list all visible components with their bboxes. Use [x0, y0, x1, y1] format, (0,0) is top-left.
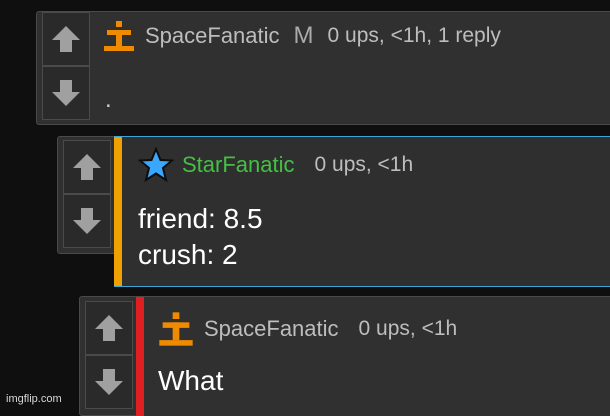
- username[interactable]: SpaceFanatic: [204, 316, 339, 342]
- comment-1: SpaceFanatic M 0 ups, <1h, 1 reply .: [36, 11, 610, 125]
- upvote-button[interactable]: [63, 140, 111, 194]
- accent-bar: [114, 137, 122, 286]
- upvote-button[interactable]: [85, 301, 133, 355]
- comment-meta: 0 ups, <1h: [358, 317, 458, 340]
- comment-body: .: [105, 86, 112, 113]
- upvote-button[interactable]: [42, 12, 90, 66]
- up-arrow-icon: [95, 315, 123, 341]
- comment-header: StarFanatic 0 ups, <1h: [138, 141, 413, 189]
- up-arrow-icon: [73, 154, 101, 180]
- mod-badge: M: [293, 22, 314, 49]
- comment-meta: 0 ups, <1h, 1 reply: [327, 24, 501, 47]
- comment-2: StarFanatic 0 ups, <1h friend: 8.5 crush…: [57, 136, 610, 287]
- comment-meta: 0 ups, <1h: [314, 153, 414, 176]
- comment-header: SpaceFanatic M 0 ups, <1h, 1 reply: [101, 12, 501, 60]
- downvote-button[interactable]: [42, 66, 90, 120]
- comment-3: SpaceFanatic 0 ups, <1h What: [79, 296, 610, 416]
- comment-body: friend: 8.5 crush: 2: [138, 203, 263, 270]
- comment-panel: StarFanatic 0 ups, <1h friend: 8.5 crush…: [114, 136, 610, 287]
- down-arrow-icon: [52, 80, 80, 106]
- comment-panel: SpaceFanatic 0 ups, <1h What: [136, 296, 610, 416]
- orange-t-rank-icon: [104, 21, 134, 51]
- up-arrow-icon: [52, 26, 80, 52]
- vote-controls: [57, 136, 116, 254]
- orange-t-rank-icon: [159, 312, 193, 346]
- comment-content: SpaceFanatic M 0 ups, <1h, 1 reply .: [95, 12, 610, 124]
- vote-controls: [37, 12, 94, 124]
- down-arrow-icon: [95, 369, 123, 395]
- comment-body: What: [158, 365, 224, 396]
- downvote-button[interactable]: [63, 194, 111, 248]
- accent-bar: [136, 297, 144, 416]
- vote-controls: [79, 296, 138, 416]
- username[interactable]: SpaceFanatic: [145, 23, 280, 49]
- username[interactable]: StarFanatic: [182, 152, 295, 178]
- blue-star-icon: [138, 147, 174, 183]
- comment-header: SpaceFanatic 0 ups, <1h: [156, 305, 457, 353]
- down-arrow-icon: [73, 208, 101, 234]
- watermark: imgflip.com: [6, 393, 62, 405]
- downvote-button[interactable]: [85, 355, 133, 409]
